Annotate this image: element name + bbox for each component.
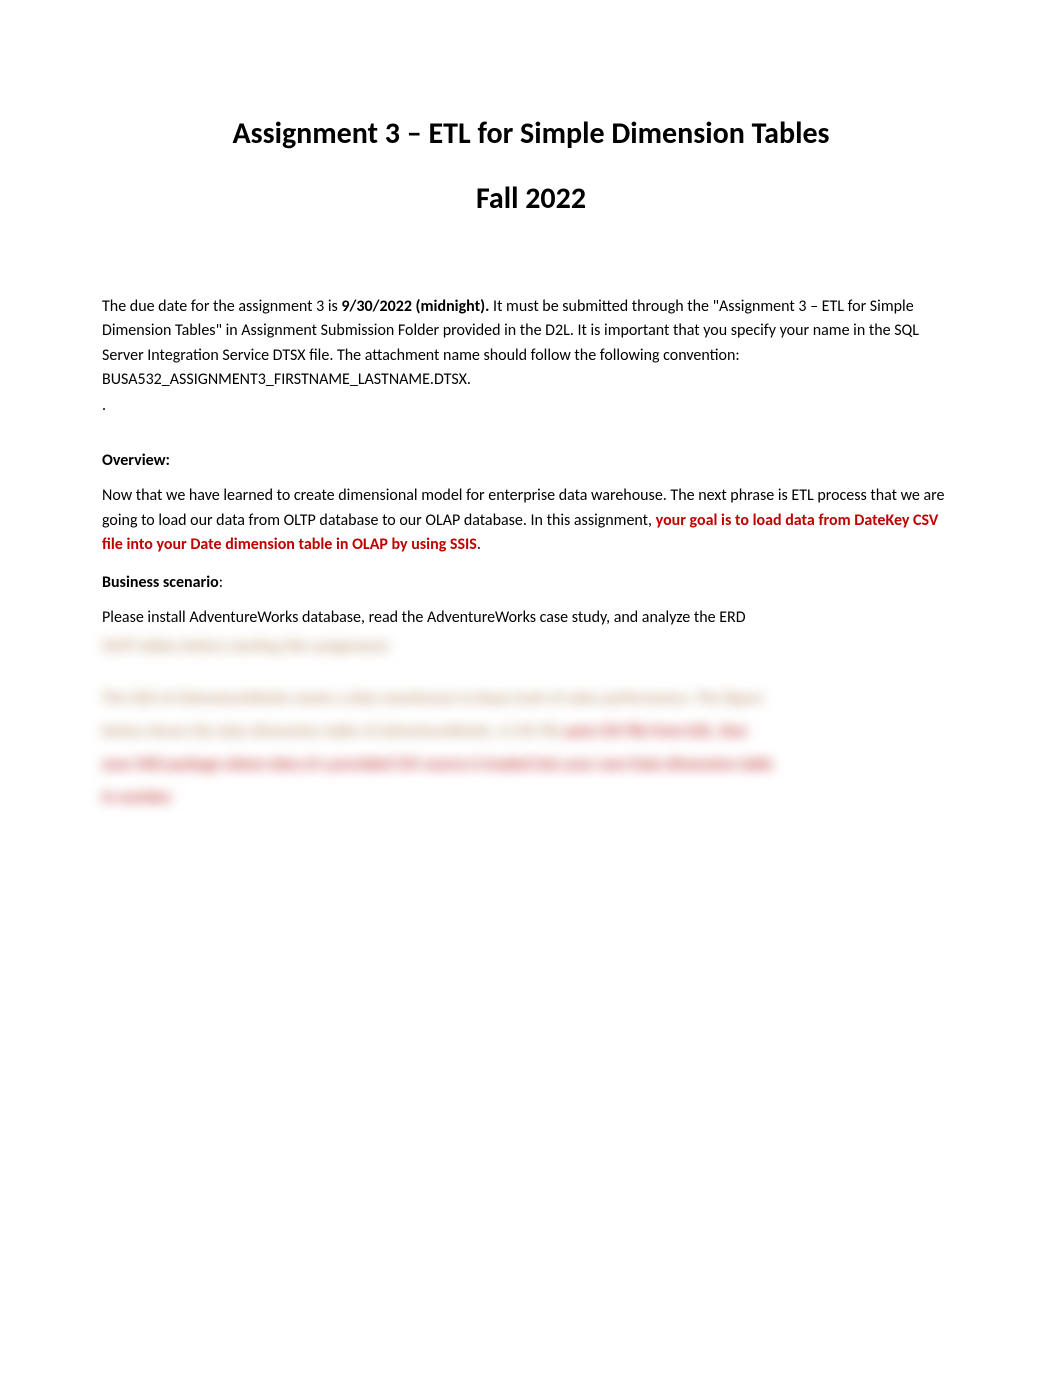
blurred-line-1: OLTP tables before starting this assignm… bbox=[102, 635, 960, 660]
intro-paragraph: The due date for the assignment 3 is 9/3… bbox=[102, 295, 960, 392]
blurred-line-2c: puts CSV file from D2L. Run bbox=[566, 722, 747, 741]
document-page: Assignment 3 – ETL for Simple Dimension … bbox=[0, 0, 1062, 810]
overview-heading: Overview: bbox=[102, 451, 960, 470]
blurred-line-4: in number. bbox=[102, 786, 960, 811]
blurred-line-3: your SSIS package where data of a provid… bbox=[102, 753, 960, 778]
blurred-line-2b: below shows the date dimension table of … bbox=[102, 722, 562, 741]
business-scenario-paragraph: Please install AdventureWorks database, … bbox=[102, 606, 960, 630]
intro-prefix: The due date for the assignment 3 is bbox=[102, 297, 341, 316]
overview-paragraph: Now that we have learned to create dimen… bbox=[102, 484, 960, 557]
page-title-line-1: Assignment 3 – ETL for Simple Dimension … bbox=[102, 115, 960, 152]
business-scenario-colon: : bbox=[219, 573, 223, 592]
overview-suffix: . bbox=[477, 535, 481, 554]
blurred-line-2-row: below shows the date dimension table of … bbox=[102, 720, 960, 745]
blurred-block-2: The CEO of AdventureWorks wants a data w… bbox=[102, 687, 960, 810]
blurred-line-2a: The CEO of AdventureWorks wants a data w… bbox=[102, 687, 960, 712]
due-date: 9/30/2022 (midnight). bbox=[341, 297, 489, 316]
business-scenario-heading: Business scenario: bbox=[102, 573, 960, 592]
business-scenario-text: Business scenario bbox=[102, 573, 219, 592]
page-title-line-2: Fall 2022 bbox=[102, 180, 960, 217]
stray-period: . bbox=[102, 396, 960, 415]
blurred-content-area: OLTP tables before starting this assignm… bbox=[102, 635, 960, 811]
